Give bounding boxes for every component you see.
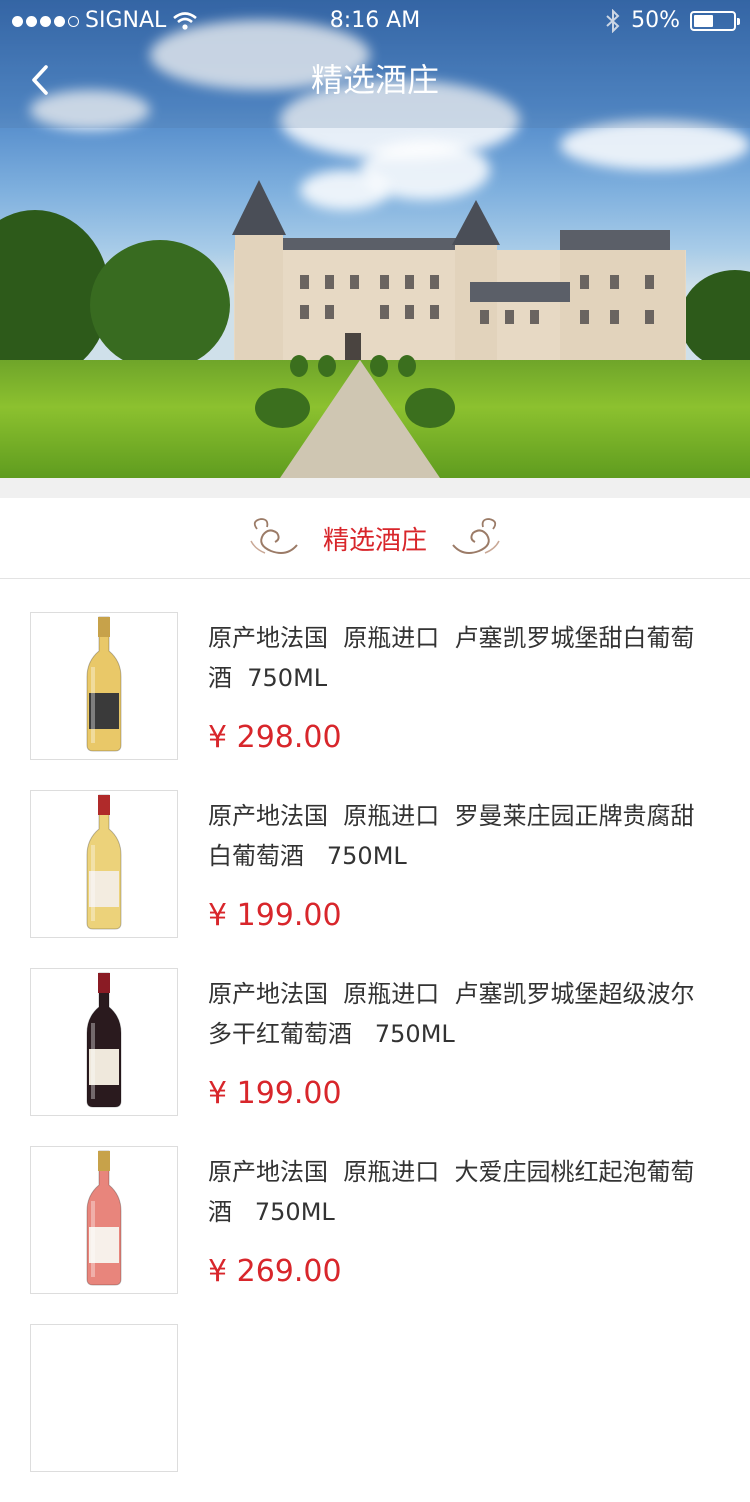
product-item[interactable]: 原产地法国 原瓶进口 卢塞凯罗城堡超级波尔多干红葡萄酒 750ML ¥ 199.… bbox=[0, 968, 750, 1146]
page-title: 精选酒庄 bbox=[310, 61, 439, 99]
product-title[interactable]: 原产地法国 原瓶进口 卢塞凯罗城堡甜白葡萄酒 750ML bbox=[208, 618, 698, 698]
ornament-right-icon bbox=[452, 518, 500, 554]
product-title[interactable]: 原产地法国 原瓶进口 卢塞凯罗城堡超级波尔多干红葡萄酒 750ML bbox=[208, 974, 698, 1054]
section-divider bbox=[0, 478, 750, 498]
status-bar-right: 50% bbox=[605, 6, 740, 36]
section-title: 精选酒庄 bbox=[322, 525, 427, 556]
product-thumbnail[interactable] bbox=[30, 790, 178, 938]
bluetooth-icon bbox=[606, 9, 620, 33]
product-item[interactable]: 原产地法国 原瓶进口 卢塞凯罗城堡甜白葡萄酒 750ML ¥ 298.00 bbox=[0, 612, 750, 790]
product-title[interactable]: 原产地法国 原瓶进口 罗曼莱庄园正牌贵腐甜白葡萄酒 750ML bbox=[208, 796, 698, 876]
ornament-left-icon bbox=[250, 518, 298, 554]
product-item[interactable] bbox=[0, 1324, 750, 1502]
product-item[interactable]: 原产地法国 原瓶进口 罗曼莱庄园正牌贵腐甜白葡萄酒 750ML ¥ 199.00 bbox=[0, 790, 750, 968]
product-thumbnail[interactable] bbox=[30, 968, 178, 1116]
product-price: ¥ 269.00 bbox=[208, 1254, 342, 1289]
section-header: 精选酒庄 bbox=[0, 498, 750, 579]
product-price: ¥ 199.00 bbox=[208, 898, 342, 933]
product-price: ¥ 199.00 bbox=[208, 1076, 342, 1111]
product-thumbnail[interactable] bbox=[30, 1324, 178, 1472]
wine-bottle-icon bbox=[86, 616, 122, 752]
battery-icon bbox=[690, 11, 740, 31]
product-price: ¥ 298.00 bbox=[208, 720, 342, 755]
battery-percent: 50% bbox=[631, 8, 680, 33]
product-thumbnail[interactable] bbox=[30, 1146, 178, 1294]
wine-bottle-icon bbox=[86, 794, 122, 930]
wine-bottle-icon bbox=[86, 1150, 122, 1286]
product-title[interactable]: 原产地法国 原瓶进口 大爱庄园桃红起泡葡萄酒 750ML bbox=[208, 1152, 698, 1232]
wine-bottle-icon bbox=[86, 972, 122, 1108]
product-item[interactable]: 原产地法国 原瓶进口 大爱庄园桃红起泡葡萄酒 750ML ¥ 269.00 bbox=[0, 1146, 750, 1324]
product-thumbnail[interactable] bbox=[30, 612, 178, 760]
